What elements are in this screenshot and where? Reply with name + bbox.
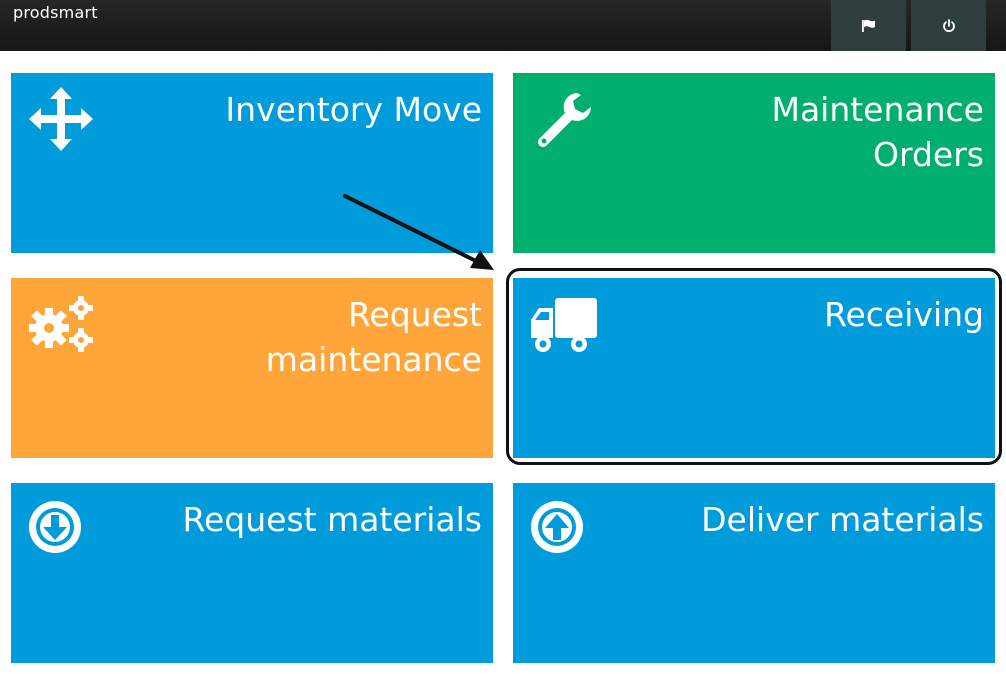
move-arrows-icon xyxy=(29,87,93,151)
tile-label: Request maintenance xyxy=(265,295,482,379)
power-button[interactable] xyxy=(911,0,986,51)
power-icon xyxy=(942,18,955,32)
tile-inventory-move[interactable]: Inventory Move xyxy=(11,73,493,253)
top-bar: prodsmart xyxy=(0,0,1006,51)
circle-arrow-up-icon xyxy=(531,501,583,553)
gears-icon xyxy=(29,296,93,352)
tile-maintenance-orders[interactable]: Maintenance Orders xyxy=(513,73,995,253)
brand-logo[interactable]: prodsmart xyxy=(13,3,98,22)
wrench-icon xyxy=(538,93,591,147)
circle-arrow-down-icon xyxy=(29,501,81,553)
flag-icon xyxy=(861,19,875,32)
tile-label: Inventory Move xyxy=(225,90,482,129)
tile-deliver-materials[interactable]: Deliver materials xyxy=(513,483,995,663)
highlight-box xyxy=(506,268,1002,465)
tile-request-maintenance[interactable]: Request maintenance xyxy=(11,278,493,458)
tile-label: Request materials xyxy=(182,500,482,539)
tile-label: Deliver materials xyxy=(701,500,984,539)
tile-label: Maintenance Orders xyxy=(771,90,984,174)
tile-request-materials[interactable]: Request materials xyxy=(11,483,493,663)
flag-button[interactable] xyxy=(831,0,906,51)
